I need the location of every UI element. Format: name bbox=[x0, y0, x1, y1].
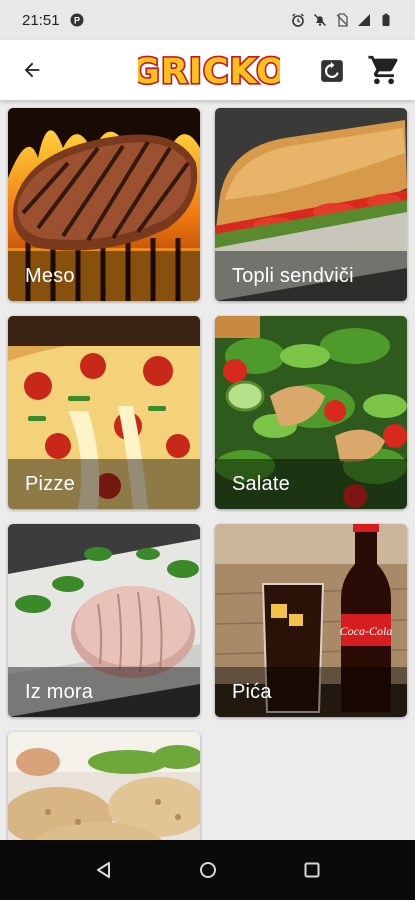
alarm-icon bbox=[292, 13, 304, 27]
category-label-bar: Pića bbox=[215, 667, 407, 717]
category-label: Salate bbox=[232, 472, 290, 495]
nav-home-icon bbox=[199, 862, 216, 878]
back-arrow-icon bbox=[24, 62, 40, 78]
logo-text: GRICKO bbox=[138, 52, 280, 92]
coca-cola-logo: Coca-Cola bbox=[340, 624, 393, 638]
signal-icon bbox=[358, 14, 370, 26]
cart-button[interactable] bbox=[364, 50, 404, 90]
refresh-icon bbox=[321, 60, 343, 82]
system-nav-bar bbox=[0, 840, 415, 900]
category-card-salate[interactable]: Salate bbox=[215, 316, 407, 509]
status-bar: 21:51 P bbox=[0, 0, 415, 40]
back-button[interactable] bbox=[14, 52, 50, 88]
gricko-logo: GRICKO bbox=[130, 45, 288, 95]
app-bar: GRICKO bbox=[0, 40, 415, 100]
category-card-iz-mora[interactable]: Iz mora bbox=[8, 524, 200, 717]
shopping-cart-icon bbox=[368, 55, 398, 85]
flatbread-image bbox=[8, 732, 200, 840]
category-card-topli-sendvici[interactable]: Topli sendviči bbox=[215, 108, 407, 301]
category-label: Iz mora bbox=[25, 680, 94, 703]
nav-back-button[interactable] bbox=[86, 852, 122, 888]
status-time: 21:51 bbox=[22, 11, 60, 29]
category-label: Topli sendviči bbox=[232, 264, 354, 287]
no-sim-icon bbox=[336, 13, 348, 27]
category-label-bar: Salate bbox=[215, 459, 407, 509]
gricko-logo-art: GRICKO bbox=[130, 50, 288, 93]
category-label-bar: Meso bbox=[8, 251, 200, 301]
app-notification-icon: P bbox=[70, 13, 84, 27]
category-card-flatbread[interactable] bbox=[8, 732, 200, 840]
nav-home-button[interactable] bbox=[190, 852, 226, 888]
nav-recents-button[interactable] bbox=[294, 852, 330, 888]
category-card-pica[interactable]: Coca-Cola Pića bbox=[215, 524, 407, 717]
category-card-pizze[interactable]: Pizze bbox=[8, 316, 200, 509]
battery-icon bbox=[382, 13, 390, 26]
category-label: Pizze bbox=[25, 472, 75, 495]
category-label: Meso bbox=[25, 264, 75, 287]
nav-recents-icon bbox=[304, 862, 319, 878]
category-label-bar: Pizze bbox=[8, 459, 200, 509]
mute-icon bbox=[314, 14, 326, 26]
status-left: 21:51 P bbox=[22, 12, 84, 29]
category-label: Pića bbox=[232, 680, 272, 703]
nav-back-icon bbox=[96, 862, 110, 878]
category-label-bar: Iz mora bbox=[8, 667, 200, 717]
refresh-button[interactable] bbox=[314, 53, 350, 89]
category-card-meso[interactable]: Meso bbox=[8, 108, 200, 301]
svg-text:P: P bbox=[74, 16, 80, 26]
category-label-bar: Topli sendviči bbox=[215, 251, 407, 301]
category-grid: Meso Topli sendviči Pizze Salate Iz mora… bbox=[0, 100, 415, 840]
status-right bbox=[291, 13, 393, 27]
